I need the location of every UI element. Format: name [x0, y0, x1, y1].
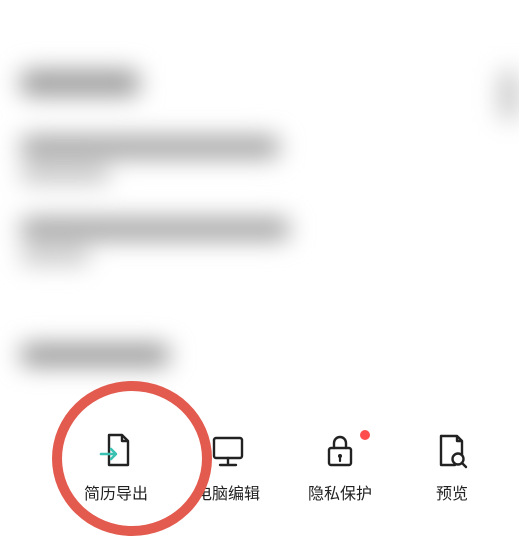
blur-section-heading	[20, 344, 170, 366]
lock-icon	[321, 432, 359, 470]
notification-badge	[360, 430, 370, 440]
toolbar-item-label: 预览	[436, 480, 468, 504]
blur-line-1	[20, 136, 280, 158]
bottom-toolbar: 简历导出 电脑编辑 隐私保护	[0, 420, 519, 518]
privacy-button[interactable]: 隐私保护	[284, 432, 396, 504]
pc-edit-button[interactable]: 电脑编辑	[172, 432, 284, 504]
toolbar-item-label: 隐私保护	[308, 480, 372, 504]
blur-line-1-sub	[20, 166, 110, 182]
monitor-icon	[209, 432, 247, 470]
toolbar-item-label: 电脑编辑	[196, 480, 260, 504]
blur-heading	[20, 70, 140, 96]
export-file-icon	[97, 432, 135, 470]
blur-line-2	[20, 218, 290, 240]
blur-line-2-sub	[20, 248, 90, 264]
export-resume-button[interactable]: 简历导出	[60, 432, 172, 504]
toolbar-item-label: 简历导出	[84, 480, 148, 504]
preview-button[interactable]: 预览	[396, 432, 508, 504]
file-search-icon	[433, 432, 471, 470]
blur-side-element	[499, 70, 519, 120]
